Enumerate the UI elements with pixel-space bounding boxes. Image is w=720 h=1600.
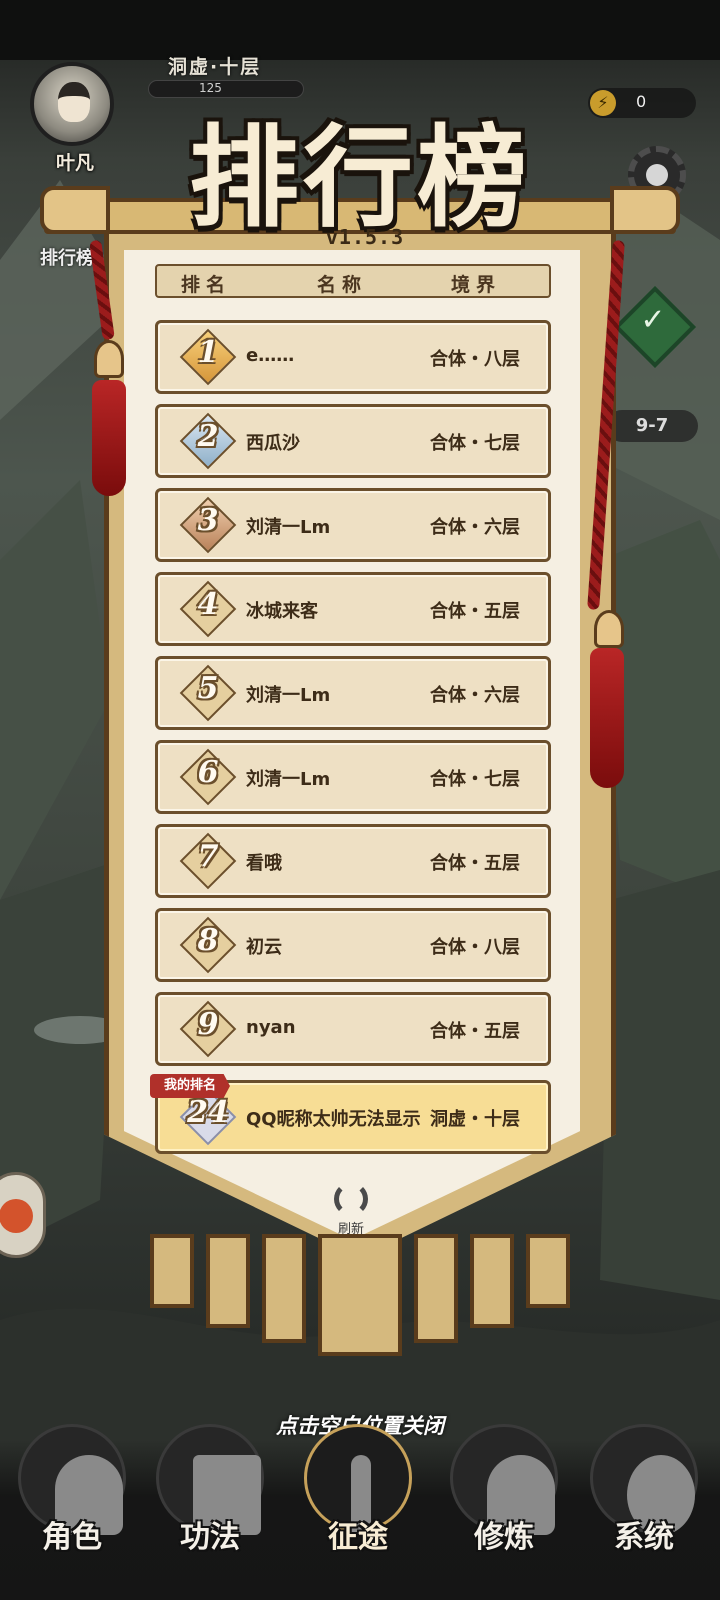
stage-indicator[interactable]: 9-7 — [606, 410, 698, 442]
checkmark-icon: ✓ — [640, 302, 666, 338]
avatar-portrait — [58, 82, 90, 122]
my-rank-number: 24 — [187, 1095, 229, 1130]
my-rank-tag: 我的排名 — [150, 1074, 230, 1098]
leaderboard-row[interactable]: 5 刘清一Lm 合体・六层 — [155, 656, 551, 730]
leaderboard-shortcut-label[interactable]: 排行榜 — [40, 244, 94, 270]
player-name-cell: 刘清一Lm — [246, 517, 331, 538]
left-tassel — [92, 380, 126, 496]
leaderboard-row[interactable]: 4 冰城来客 合体・五层 — [155, 572, 551, 646]
player-name: 叶凡 — [55, 152, 94, 174]
right-tassel-bell — [594, 610, 624, 648]
refresh-label: 刷新 — [337, 1222, 364, 1237]
rank-number: 3 — [197, 503, 219, 538]
realm-cell: 合体・五层 — [430, 853, 520, 874]
realm-cell: 合体・六层 — [430, 685, 520, 706]
energy-counter[interactable]: ⚡ 0 — [588, 88, 696, 118]
rank-number: 4 — [197, 587, 219, 622]
player-realm: 洞虚·十层 — [168, 56, 262, 78]
version-label: v1.5.3 — [325, 225, 405, 249]
nav-journey[interactable]: 征途 — [290, 1416, 426, 1592]
left-tassel-bell — [94, 340, 124, 378]
realm-cell: 合体・五层 — [430, 1021, 520, 1042]
nav-label: 系统 — [614, 1520, 674, 1555]
nav-character[interactable]: 角色 — [4, 1416, 140, 1592]
leaderboard-row[interactable]: 1 e…… 合体・八层 — [155, 320, 551, 394]
leaderboard-header: 排名 名称 境界 — [155, 264, 551, 298]
player-name-cell: e…… — [246, 345, 295, 366]
rank-number: 1 — [197, 335, 219, 370]
nav-label: 征途 — [328, 1520, 388, 1555]
banner-rod-left-cap — [40, 186, 110, 234]
rank-number: 7 — [197, 839, 219, 874]
rank-number: 6 — [197, 755, 219, 790]
rank-number: 9 — [197, 1007, 219, 1042]
leaderboard-row[interactable]: 9 nyan 合体・五层 — [155, 992, 551, 1066]
realm-cell: 合体・七层 — [430, 433, 520, 454]
player-avatar[interactable] — [30, 62, 114, 146]
player-name-cell: 冰城来客 — [246, 601, 318, 622]
realm-cell: 合体・七层 — [430, 769, 520, 790]
floating-gourd-button[interactable] — [0, 1172, 46, 1258]
energy-value: 0 — [636, 92, 647, 111]
header-name: 名称 — [317, 274, 368, 296]
nav-label: 功法 — [180, 1520, 240, 1555]
realm-cell: 合体・八层 — [430, 349, 520, 370]
player-name-cell: 刘清一Lm — [246, 769, 331, 790]
nav-label: 修炼 — [474, 1520, 534, 1555]
player-name-cell: 初云 — [246, 937, 282, 958]
banner-rod-right-cap — [610, 186, 680, 234]
player-name-cell: 看哦 — [246, 853, 282, 874]
lightning-icon: ⚡ — [590, 90, 616, 116]
right-tassel — [590, 648, 624, 788]
refresh-button[interactable]: 刷新 — [328, 1182, 374, 1237]
realm-cell: 合体・五层 — [430, 601, 520, 622]
realm-cell: 合体・六层 — [430, 517, 520, 538]
my-realm-cell: 洞虚・十层 — [430, 1109, 520, 1130]
nav-skills[interactable]: 功法 — [142, 1416, 278, 1592]
player-name-cell: 刘清一Lm — [246, 685, 331, 706]
leaderboard-row[interactable]: 3 刘清一Lm 合体・六层 — [155, 488, 551, 562]
leaderboard-row[interactable]: 2 西瓜沙 合体・七层 — [155, 404, 551, 478]
refresh-icon — [334, 1182, 368, 1216]
player-name-cell: nyan — [246, 1017, 296, 1038]
player-name-cell: 西瓜沙 — [246, 433, 300, 454]
nav-cultivate[interactable]: 修炼 — [436, 1416, 572, 1592]
leaderboard-title: 排行榜 — [189, 113, 531, 242]
header-realm: 境界 — [451, 274, 502, 296]
rank-number: 2 — [197, 419, 219, 454]
status-bar-area — [0, 0, 720, 60]
header-rank: 排名 — [181, 274, 232, 296]
leaderboard-row[interactable]: 7 看哦 合体・五层 — [155, 824, 551, 898]
nav-system[interactable]: 系统 — [576, 1416, 712, 1592]
my-name-cell: QQ昵称太帅无法显示 — [246, 1109, 421, 1130]
leaderboard-row[interactable]: 6 刘清一Lm 合体・七层 — [155, 740, 551, 814]
leaderboard-row[interactable]: 8 初云 合体・八层 — [155, 908, 551, 982]
realm-cell: 合体・八层 — [430, 937, 520, 958]
rank-number: 5 — [197, 671, 219, 706]
rank-number: 8 — [197, 923, 219, 958]
nav-label: 角色 — [42, 1520, 102, 1555]
